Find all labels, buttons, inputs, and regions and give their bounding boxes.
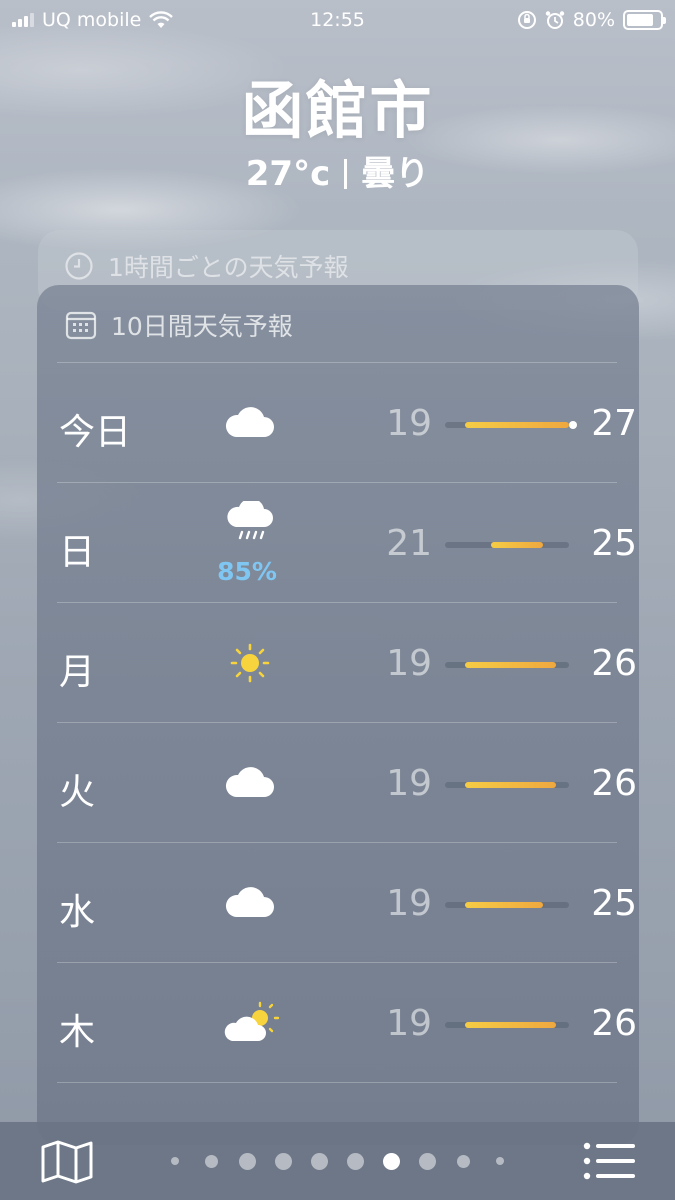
ten-day-forecast-title: 10日間天気予報 (111, 312, 293, 341)
wifi-icon (149, 11, 174, 28)
temperature-range-bar (465, 782, 556, 788)
status-bar: UQ mobile 12:55 80% (0, 0, 675, 40)
page-indicator[interactable] (160, 1150, 515, 1172)
temperature-range-track (445, 902, 569, 908)
signal-icon (12, 13, 34, 27)
forecast-day: 日 (59, 532, 96, 573)
forecast-day: 木 (59, 1012, 96, 1053)
temperature-range-bar (491, 542, 543, 548)
low-temperature: 21 (386, 523, 432, 564)
separator (344, 159, 348, 189)
page-dot[interactable] (310, 1152, 328, 1170)
high-temperature: 26 (591, 1003, 637, 1044)
status-left: UQ mobile (12, 9, 174, 31)
current-conditions: 27°c 曇り (0, 146, 675, 195)
forecast-row[interactable]: 火 19 26 (57, 722, 637, 842)
cloud-sun-icon (222, 1001, 280, 1045)
ten-day-forecast-header: 10日間天気予報 (65, 307, 293, 343)
cloud-icon (222, 881, 278, 925)
temperature-range-bar (465, 422, 569, 428)
temperature-range-track (445, 662, 569, 668)
forecast-day: 月 (59, 652, 96, 693)
page-dot[interactable] (204, 1154, 218, 1168)
forecast-day: 今日 (59, 412, 132, 453)
forecast-row[interactable]: 水 19 25 (57, 842, 637, 962)
page-dot[interactable] (383, 1152, 401, 1170)
cloud-rain-icon (222, 498, 278, 545)
forecast-row-divider (57, 1082, 617, 1122)
high-temperature: 25 (591, 883, 637, 924)
forecast-rows: 今日 19 27 日 85% 21 25 月 19 26 火 19 26 水 19 25 木 19 26 (57, 362, 637, 1122)
temperature-range-bar (465, 662, 556, 668)
cloud-icon (222, 401, 278, 445)
page-dot[interactable] (171, 1157, 179, 1165)
temperature-range-track (445, 782, 569, 788)
forecast-day: 火 (59, 772, 96, 813)
temperature-range-bar (465, 1022, 556, 1028)
page-dot[interactable] (419, 1152, 437, 1170)
page-dot[interactable] (238, 1152, 256, 1170)
ten-day-forecast-card[interactable]: 10日間天気予報 今日 19 27 日 85% 21 25 月 19 26 火 19 26 水 19 25 木 1… (37, 285, 639, 1145)
alarm-icon (545, 11, 564, 29)
bottom-toolbar (0, 1122, 675, 1200)
city-name: 函館市 (241, 74, 434, 147)
low-temperature: 19 (386, 643, 432, 684)
forecast-row[interactable]: 月 19 26 (57, 602, 637, 722)
high-temperature: 26 (591, 643, 637, 684)
forecast-row[interactable]: 木 19 26 (57, 962, 637, 1082)
battery-percent: 80% (572, 9, 615, 31)
page-dot[interactable] (457, 1154, 471, 1168)
precipitation-chance: 85% (217, 557, 277, 586)
current-temperature: 27°c (245, 154, 331, 194)
low-temperature: 19 (386, 763, 432, 804)
battery-icon (623, 10, 666, 30)
low-temperature: 19 (386, 883, 432, 924)
temperature-range-track (445, 1022, 569, 1028)
high-temperature: 26 (591, 763, 637, 804)
page-dot[interactable] (274, 1152, 292, 1170)
temperature-range-track (445, 421, 577, 429)
map-icon[interactable] (40, 1139, 94, 1185)
page-dot[interactable] (347, 1152, 365, 1170)
calendar-icon (65, 311, 97, 340)
hourly-forecast-title: 1時間ごとの天気予報 (108, 253, 349, 282)
forecast-row[interactable]: 今日 19 27 (57, 362, 637, 482)
high-temperature: 27 (591, 403, 637, 444)
current-condition: 曇り (361, 154, 430, 194)
low-temperature: 19 (386, 403, 432, 444)
status-right: 80% (517, 9, 666, 31)
page-dot[interactable] (496, 1157, 504, 1165)
list-icon[interactable] (583, 1142, 637, 1180)
sun-icon (222, 641, 278, 685)
forecast-day: 水 (59, 892, 96, 933)
clock-icon (65, 252, 93, 280)
cloud-icon (222, 761, 278, 805)
carrier-label: UQ mobile (42, 9, 142, 31)
low-temperature: 19 (386, 1003, 432, 1044)
high-temperature: 25 (591, 523, 637, 564)
temperature-range-bar (465, 902, 543, 908)
forecast-row[interactable]: 日 85% 21 25 (57, 482, 637, 602)
temperature-range-track (445, 542, 569, 548)
hourly-forecast-header: 1時間ごとの天気予報 (64, 248, 349, 284)
orientation-lock-icon (517, 11, 536, 29)
